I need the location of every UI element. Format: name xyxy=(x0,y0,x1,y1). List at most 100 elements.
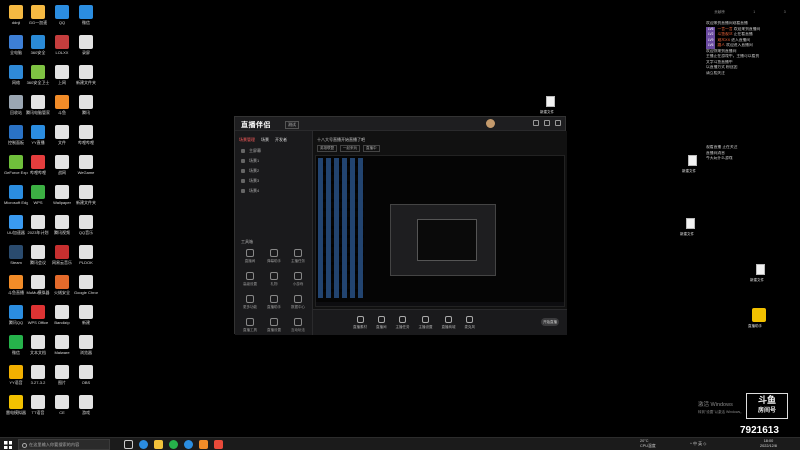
desktop-icon[interactable]: 斗鱼 xyxy=(50,92,74,122)
desktop-icon[interactable]: 腾讯视频 xyxy=(50,212,74,242)
desktop-icon[interactable]: 网络 xyxy=(4,62,28,92)
desktop-icon[interactable]: 战网 xyxy=(50,152,74,182)
toolbox-item[interactable]: 直播设置 xyxy=(263,318,285,333)
file-icon[interactable] xyxy=(688,155,697,166)
desktop-icon[interactable]: 录屏 xyxy=(74,32,98,62)
toolbox-item[interactable]: 礼物 xyxy=(263,272,285,287)
app-shortcut-icon[interactable] xyxy=(752,308,766,322)
app-titlebar[interactable]: 直播伴侣 测试 xyxy=(235,117,565,131)
desktop-icon[interactable]: 全电脑 xyxy=(4,32,28,62)
desktop-icon[interactable]: TT语音 xyxy=(26,392,50,422)
scene-item[interactable]: 场景1 xyxy=(235,156,312,166)
desktop-icon[interactable]: PLDOK xyxy=(74,242,98,272)
shop-button[interactable]: 直播商城 xyxy=(442,315,456,330)
desktop-icon[interactable]: 腾讯 xyxy=(74,92,98,122)
toolbox-item[interactable]: 直播工具 xyxy=(239,318,261,333)
desktop-icon[interactable]: Bandizip xyxy=(50,302,74,332)
toolbox-item[interactable]: 高级设置 xyxy=(239,272,261,287)
windows-start-icon[interactable] xyxy=(4,441,12,449)
stream-preview[interactable] xyxy=(315,155,565,307)
desktop-icon[interactable]: 游戏 xyxy=(74,392,98,422)
system-tray[interactable]: ^ 中 英 ◇ xyxy=(690,441,706,447)
desktop-icon[interactable]: 火绒安全 xyxy=(50,272,74,302)
desktop-icon[interactable]: 网易云音乐 xyxy=(50,242,74,272)
file-explorer-icon[interactable] xyxy=(154,440,163,449)
desktop-icon[interactable]: 2023年计划 xyxy=(26,212,50,242)
stream-tag[interactable]: 一起来玩 xyxy=(340,145,360,152)
desktop-icon[interactable]: QQ音乐 xyxy=(74,212,98,242)
desktop-icon[interactable]: 文件 xyxy=(50,122,74,152)
toolbox-item[interactable]: 主播任务 xyxy=(287,249,309,264)
desktop-icon[interactable]: 图片 xyxy=(50,362,74,392)
desktop-icon[interactable]: WeGame xyxy=(74,152,98,182)
desktop-icon[interactable]: 浏览器 xyxy=(74,332,98,362)
desktop-icon[interactable]: 斗鱼直播 xyxy=(4,272,28,302)
desktop-icon[interactable]: YY直播 xyxy=(26,122,50,152)
live-assistant-icon[interactable] xyxy=(214,440,223,449)
desktop-icon[interactable]: WPS Office xyxy=(26,302,50,332)
desktop-icon[interactable]: 360安全 xyxy=(26,32,50,62)
tab-developer[interactable]: 开发者 xyxy=(275,137,287,143)
desktop-icon[interactable]: QQ xyxy=(50,2,74,32)
desktop-icon[interactable]: 新建 xyxy=(74,302,98,332)
task-button[interactable]: 主播任务 xyxy=(396,315,410,330)
tab-scene[interactable]: 场景 xyxy=(261,137,269,143)
desktop-icon[interactable]: 新建文件夹 xyxy=(74,182,98,212)
desktop-icon[interactable]: LOLXX xyxy=(50,32,74,62)
toolbox-item[interactable]: 互动玩法 xyxy=(287,318,309,333)
desktop-icon[interactable]: 雷电模拟器 xyxy=(4,392,28,422)
edge-icon[interactable] xyxy=(139,440,148,449)
desktop-icon[interactable]: 腾讯电脑管家 xyxy=(26,92,50,122)
file-icon[interactable] xyxy=(686,218,695,229)
desktop-icon[interactable]: 腾讯会议 xyxy=(26,242,50,272)
file-icon[interactable] xyxy=(756,264,765,275)
wechat-icon[interactable] xyxy=(169,440,178,449)
stream-tag[interactable]: 英雄联盟 xyxy=(317,145,337,152)
scene-item[interactable]: 场景3 xyxy=(235,176,312,186)
desktop-icon[interactable]: GeForce Experience xyxy=(4,152,28,182)
desktop-icon[interactable]: YY语音 xyxy=(4,362,28,392)
desktop-icon[interactable]: 文本文档 xyxy=(26,332,50,362)
scene-eye-icon[interactable] xyxy=(241,169,245,173)
settings-button[interactable]: 主播设置 xyxy=(419,315,433,330)
minimize-icon[interactable] xyxy=(533,120,539,126)
taskbar-search-input[interactable]: 在这里输入你要搜索的内容 xyxy=(18,439,110,450)
scene-eye-icon[interactable] xyxy=(241,179,245,183)
desktop-icon[interactable]: OBS xyxy=(74,362,98,392)
desktop-icon[interactable]: 上网 xyxy=(50,62,74,92)
desktop-icon[interactable]: CE xyxy=(50,392,74,422)
stream-title[interactable]: 十八大号直播开始直播了吧 xyxy=(317,137,365,143)
qq-icon[interactable] xyxy=(184,440,193,449)
maximize-icon[interactable] xyxy=(544,120,550,126)
toolbox-item[interactable]: 弹幕助手 xyxy=(263,249,285,264)
start-live-button[interactable]: 开始直播 xyxy=(541,318,559,326)
desktop-icon[interactable]: ddnji xyxy=(4,2,28,32)
desktop-icon[interactable]: Wallpaper xyxy=(50,182,74,212)
douyu-app-icon[interactable] xyxy=(199,440,208,449)
scene-item[interactable]: 场景2 xyxy=(235,166,312,176)
desktop-icon[interactable]: Steam xyxy=(4,242,28,272)
desktop-icon[interactable]: 腾讯QQ xyxy=(4,302,28,332)
desktop-icon[interactable]: 哔哩哔哩 xyxy=(26,152,50,182)
desktop-icon[interactable]: MuMu模拟器 xyxy=(26,272,50,302)
tab-scene-manage[interactable]: 场景管理 xyxy=(239,137,255,143)
file-icon[interactable] xyxy=(546,96,555,107)
live-streaming-app-window[interactable]: 直播伴侣 测试 场景管理 场景 开发者 主屏幕 场景1 场景2 场景3 场景4 工具箱 … xyxy=(234,116,567,335)
desktop-icon[interactable]: GG一加速 xyxy=(26,2,50,32)
desktop-icon[interactable]: 3.27-3.2 xyxy=(26,362,50,392)
scene-item[interactable]: 场景4 xyxy=(235,186,312,196)
desktop-icon[interactable]: 控制面板 xyxy=(4,122,28,152)
scene-eye-icon[interactable] xyxy=(241,159,245,163)
desktop-icon[interactable]: 微信 xyxy=(4,332,28,362)
desktop-icon[interactable]: Google Chrome xyxy=(74,272,98,302)
scene-eye-icon[interactable] xyxy=(241,149,245,153)
material-button[interactable]: 直播素材 xyxy=(353,315,367,330)
desktop-icon[interactable]: WPS xyxy=(26,182,50,212)
scene-item[interactable]: 主屏幕 xyxy=(235,146,312,156)
desktop-icon[interactable]: UU加速器 xyxy=(4,212,28,242)
room-button[interactable]: 直播间 xyxy=(376,315,387,330)
microphone-button[interactable]: 麦克风 xyxy=(465,315,475,330)
taskbar-clock[interactable]: 18:00 2022/12/8 xyxy=(760,439,777,449)
close-icon[interactable] xyxy=(555,120,561,126)
toolbox-item[interactable]: 更多功能 xyxy=(239,295,261,310)
